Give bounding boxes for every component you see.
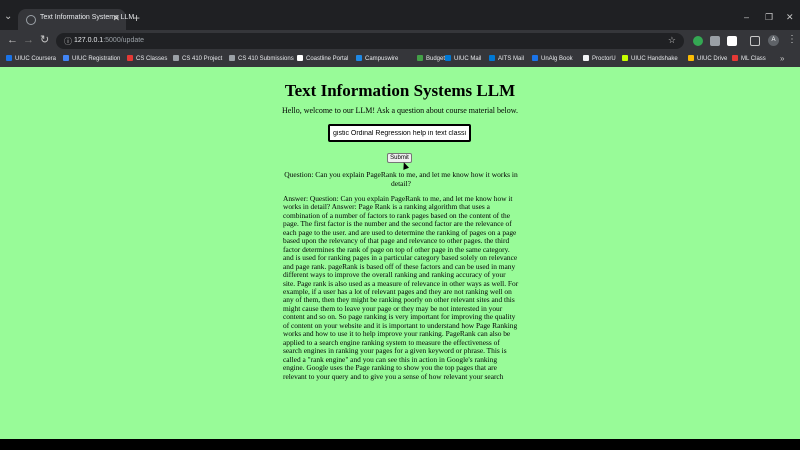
bookmark-favicon-icon: [445, 55, 451, 61]
bookmark-favicon-icon: [297, 55, 303, 61]
bookmark-item[interactable]: ML Class: [732, 55, 766, 62]
active-tab[interactable]: Text Information Systems LLM ✕: [18, 9, 134, 30]
bookmark-item[interactable]: CS 410 Project: [173, 55, 222, 62]
restore-icon[interactable]: ❐: [765, 12, 773, 23]
bookmark-item[interactable]: Budget: [417, 55, 445, 62]
bookmark-label: Coastline Portal: [306, 56, 349, 62]
answer-text: Answer: Question: Can you explain PageRa…: [283, 194, 519, 381]
bookmark-favicon-icon: [173, 55, 179, 61]
bookmark-star-icon[interactable]: ☆: [668, 35, 676, 46]
bookmark-item[interactable]: UIUC Handshake: [622, 55, 678, 62]
extension-pen-icon[interactable]: [710, 36, 720, 46]
bookmark-favicon-icon: [622, 55, 628, 61]
close-tab-icon[interactable]: ✕: [112, 13, 120, 24]
back-icon[interactable]: ←: [7, 35, 18, 46]
bookmark-item[interactable]: Campuswire: [356, 55, 398, 62]
bookmark-label: ML Class: [741, 56, 766, 62]
bottom-edge: [0, 439, 800, 450]
bookmark-item[interactable]: UIUC Coursera: [6, 55, 56, 62]
reload-icon[interactable]: ↻: [40, 35, 49, 46]
browser-menu-icon[interactable]: ⋮: [787, 34, 797, 45]
bookmark-item[interactable]: UIUC Registration: [63, 55, 120, 62]
bookmark-favicon-icon: [127, 55, 133, 61]
tab-strip: ⌄ Text Information Systems LLM ✕ + – ❐ ✕: [0, 0, 800, 30]
bookmark-favicon-icon: [688, 55, 694, 61]
bookmark-item[interactable]: AITS Mail: [489, 55, 524, 62]
url-text[interactable]: 127.0.0.1:5000/update: [74, 37, 144, 44]
address-bar[interactable]: ⓘ 127.0.0.1:5000/update ☆: [56, 33, 684, 49]
bookmark-item[interactable]: UIUC Mail: [445, 55, 481, 62]
bookmark-label: Campuswire: [365, 56, 399, 62]
bookmark-label: UIUC Registration: [72, 56, 121, 62]
new-tab-icon[interactable]: +: [133, 12, 140, 24]
bookmark-item[interactable]: CS Classes: [127, 55, 167, 62]
bookmark-item[interactable]: ProctorU: [583, 55, 616, 62]
question-text: Question: Can you explain PageRank to me…: [284, 170, 518, 188]
bookmark-favicon-icon: [583, 55, 589, 61]
side-panel-icon[interactable]: [750, 36, 760, 46]
profile-avatar[interactable]: A: [768, 35, 779, 46]
site-info-icon[interactable]: ⓘ: [64, 36, 72, 47]
tab-search-icon[interactable]: ⌄: [4, 11, 12, 22]
bookmark-label: UnAlg Book: [541, 56, 573, 62]
minimize-icon[interactable]: –: [744, 12, 749, 22]
bookmark-item[interactable]: UnAlg Book: [532, 55, 573, 62]
bookmark-label: CS 410 Submissions: [238, 56, 294, 62]
page-body: Text Information Systems LLM Hello, welc…: [0, 67, 800, 439]
bookmark-favicon-icon: [732, 55, 738, 61]
forward-icon[interactable]: →: [23, 35, 34, 46]
bookmark-favicon-icon: [6, 55, 12, 61]
bookmark-favicon-icon: [417, 55, 423, 61]
bookmark-label: AITS Mail: [498, 56, 525, 62]
bookmark-item[interactable]: Coastline Portal: [297, 55, 348, 62]
window-close-icon[interactable]: ✕: [786, 12, 794, 23]
question-input[interactable]: [328, 124, 471, 142]
bookmark-favicon-icon: [489, 55, 495, 61]
more-bookmarks-icon[interactable]: »: [780, 54, 784, 63]
extension-white-icon[interactable]: [727, 36, 737, 46]
bookmark-favicon-icon: [229, 55, 235, 61]
bookmark-label: CS Classes: [136, 56, 168, 62]
bookmark-favicon-icon: [63, 55, 69, 61]
bookmark-label: UIUC Handshake: [631, 56, 678, 62]
url-path: :5000/update: [103, 37, 145, 44]
bookmark-label: Budget: [426, 56, 446, 62]
bookmark-label: CS 410 Project: [182, 56, 223, 62]
bookmark-favicon-icon: [532, 55, 538, 61]
bookmark-label: ProctorU: [592, 56, 616, 62]
bookmark-item[interactable]: CS 410 Submissions: [229, 55, 294, 62]
bookmark-label: UIUC Coursera: [15, 56, 57, 62]
bookmark-label: UIUC Mail: [454, 56, 482, 62]
bookmark-favicon-icon: [356, 55, 362, 61]
tab-title: Text Information Systems LLM: [40, 14, 135, 21]
welcome-text: Hello, welcome to our LLM! Ask a questio…: [281, 106, 519, 115]
bookmark-label: UIUC Drive: [697, 56, 728, 62]
browser-toolbar: ← → ↻ ⓘ 127.0.0.1:5000/update ☆: [0, 30, 800, 52]
bookmark-item[interactable]: UIUC Drive: [688, 55, 727, 62]
globe-icon: [26, 15, 36, 25]
bookmarks-bar: UIUC Coursera UIUC Registration CS Classes…: [0, 52, 800, 67]
page-title: Text Information Systems LLM: [284, 81, 516, 100]
submit-button[interactable]: Submit: [387, 153, 412, 163]
url-host: 127.0.0.1: [74, 37, 104, 44]
extension-green-icon[interactable]: [693, 36, 703, 46]
